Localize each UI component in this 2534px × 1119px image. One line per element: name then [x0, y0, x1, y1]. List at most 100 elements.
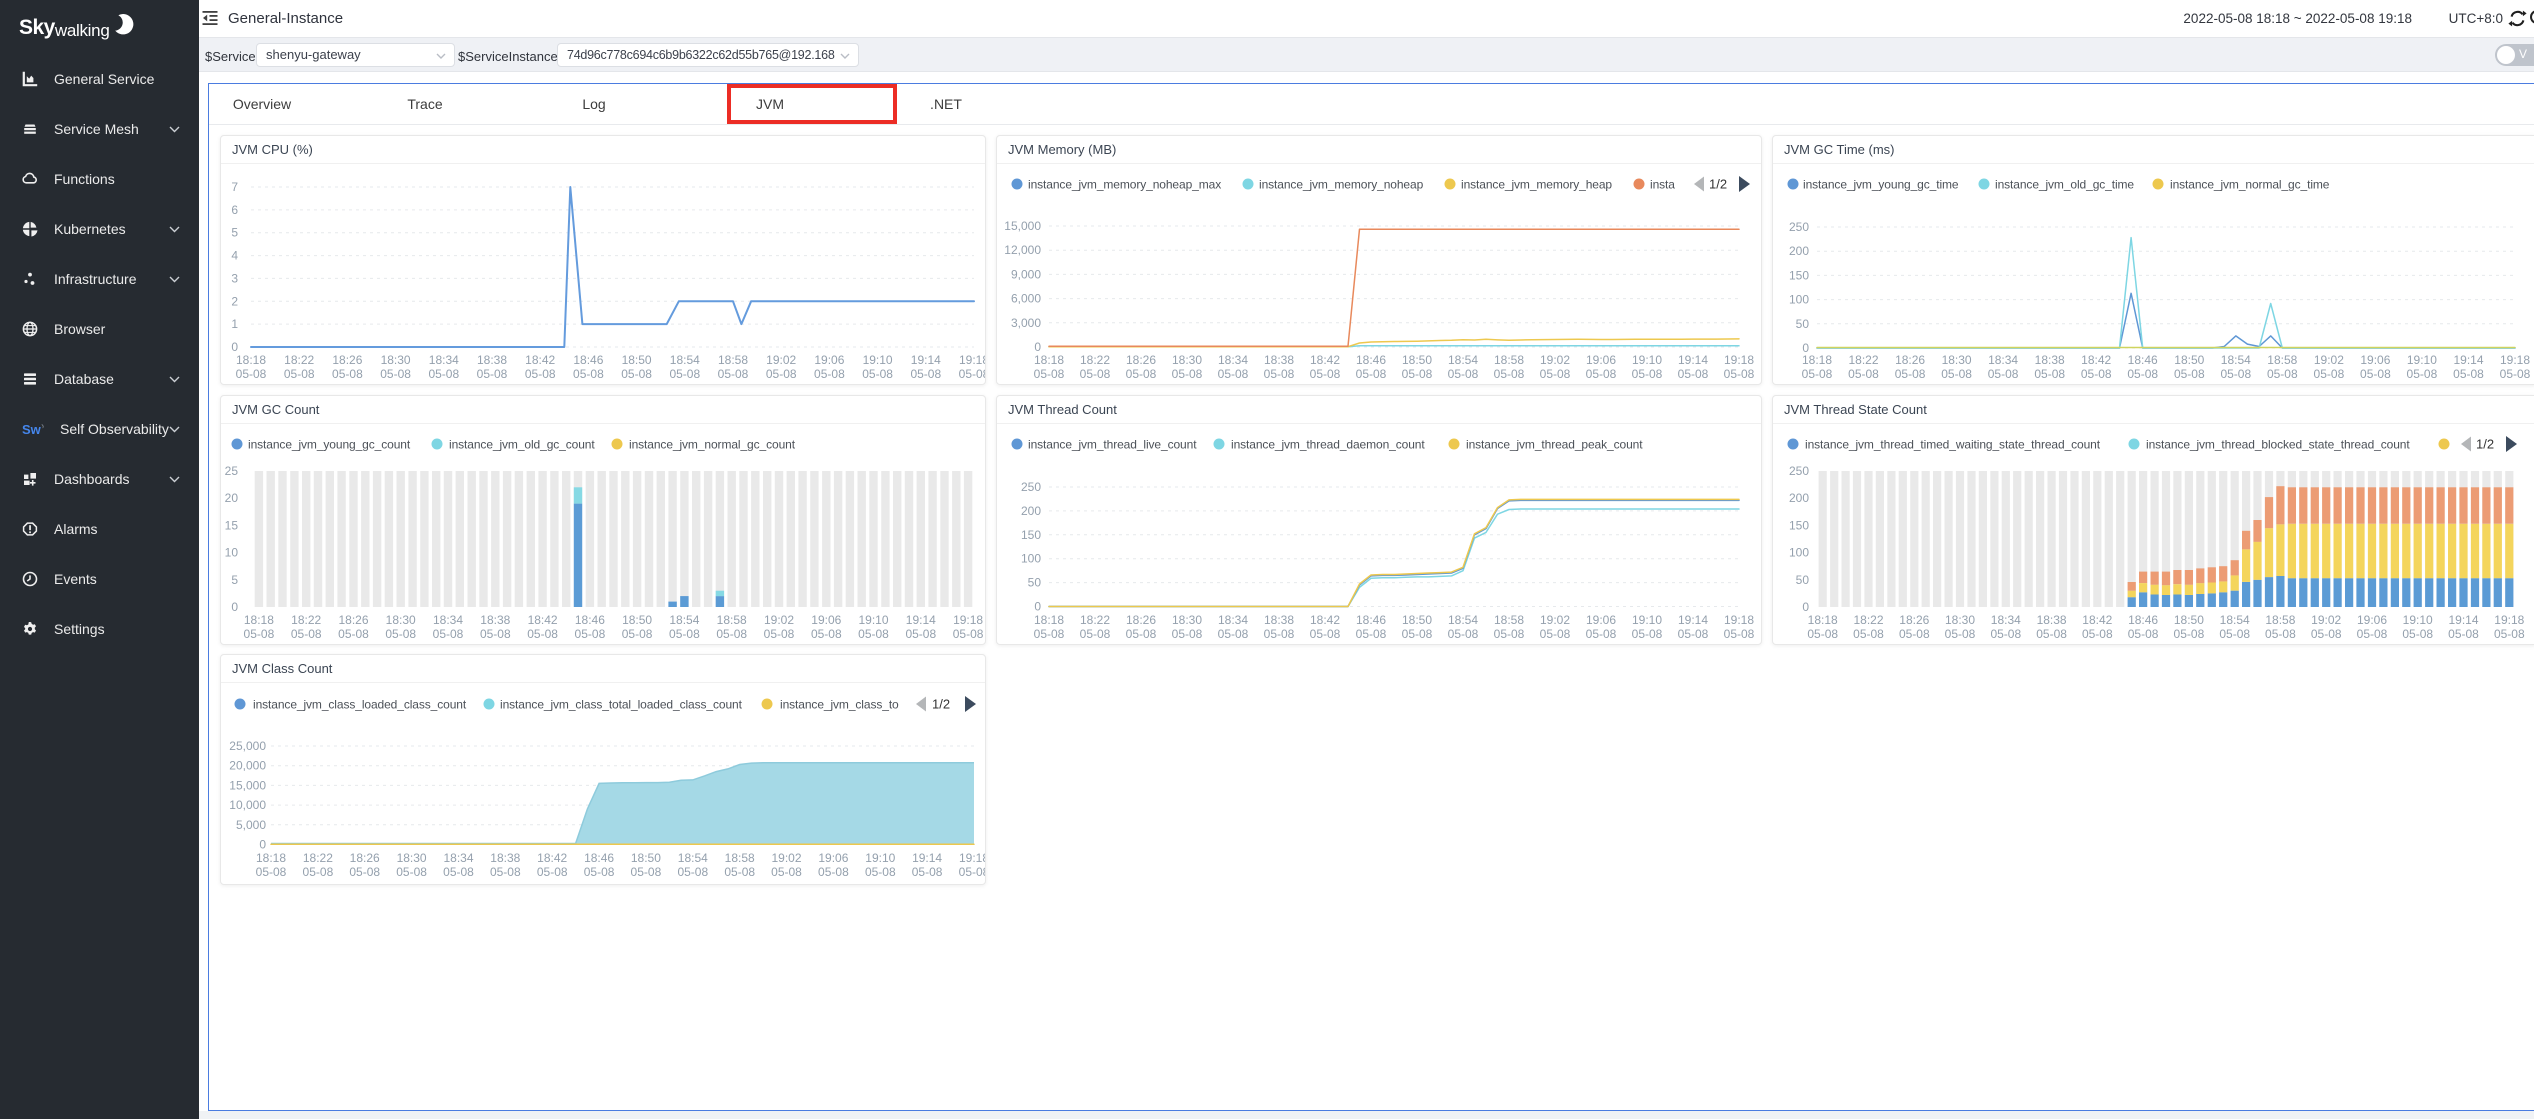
- svg-text:18:26: 18:26: [1126, 353, 1156, 367]
- svg-text:05-08: 05-08: [1632, 627, 1663, 641]
- svg-text:19:10: 19:10: [863, 353, 893, 367]
- svg-text:19:02: 19:02: [766, 353, 796, 367]
- svg-text:150: 150: [1789, 518, 1809, 532]
- svg-text:20,000: 20,000: [229, 759, 266, 773]
- svg-text:19:18: 19:18: [2494, 613, 2524, 627]
- svg-text:19:14: 19:14: [2453, 353, 2483, 367]
- svg-text:15: 15: [225, 518, 239, 532]
- svg-text:05-08: 05-08: [912, 865, 943, 879]
- svg-text:0: 0: [231, 340, 238, 354]
- svg-text:05-08: 05-08: [2082, 627, 2113, 641]
- svg-text:05-08: 05-08: [256, 865, 287, 879]
- svg-text:05-08: 05-08: [1402, 627, 1433, 641]
- svg-text:18:58: 18:58: [2267, 353, 2297, 367]
- svg-text:05-08: 05-08: [303, 865, 334, 879]
- svg-text:15,000: 15,000: [229, 778, 266, 792]
- svg-text:18:58: 18:58: [1494, 613, 1524, 627]
- svg-text:18:18: 18:18: [236, 353, 266, 367]
- svg-text:05-08: 05-08: [477, 367, 508, 381]
- svg-text:50: 50: [1796, 317, 1810, 331]
- svg-text:18:34: 18:34: [429, 353, 459, 367]
- svg-text:18:18: 18:18: [244, 613, 274, 627]
- svg-text:18:50: 18:50: [622, 613, 652, 627]
- svg-text:05-08: 05-08: [1402, 367, 1433, 381]
- svg-text:instance_jvm_thread_live_count: instance_jvm_thread_live_count: [1028, 438, 1197, 452]
- svg-text:05-08: 05-08: [858, 627, 889, 641]
- svg-text:05-08: 05-08: [1586, 627, 1617, 641]
- svg-text:19:10: 19:10: [1632, 353, 1662, 367]
- svg-text:6,000: 6,000: [1011, 292, 1041, 306]
- svg-text:05-08: 05-08: [1448, 627, 1479, 641]
- svg-text:instance_jvm_memory_noheap_max: instance_jvm_memory_noheap_max: [1028, 178, 1221, 192]
- svg-text:18:30: 18:30: [1942, 353, 1972, 367]
- svg-text:18:50: 18:50: [1402, 613, 1432, 627]
- svg-text:05-08: 05-08: [1356, 627, 1387, 641]
- svg-text:05-08: 05-08: [1218, 627, 1249, 641]
- svg-text:18:54: 18:54: [678, 851, 708, 865]
- svg-text:05-08: 05-08: [621, 367, 652, 381]
- svg-text:05-08: 05-08: [2219, 627, 2250, 641]
- svg-text:05-08: 05-08: [1172, 627, 1203, 641]
- svg-text:19:10: 19:10: [1632, 613, 1662, 627]
- svg-text:18:46: 18:46: [2128, 353, 2158, 367]
- svg-text:05-08: 05-08: [1724, 627, 1755, 641]
- svg-text:05-08: 05-08: [1310, 627, 1341, 641]
- svg-text:05-08: 05-08: [959, 367, 986, 381]
- svg-text:18:26: 18:26: [338, 613, 368, 627]
- svg-text:05-08: 05-08: [433, 627, 464, 641]
- svg-text:19:06: 19:06: [818, 851, 848, 865]
- svg-text:18:46: 18:46: [573, 353, 603, 367]
- svg-text:05-08: 05-08: [284, 367, 315, 381]
- svg-text:05-08: 05-08: [2360, 367, 2391, 381]
- svg-text:05-08: 05-08: [1802, 367, 1833, 381]
- svg-text:05-08: 05-08: [236, 367, 267, 381]
- svg-text:0: 0: [259, 838, 266, 852]
- svg-text:05-08: 05-08: [575, 627, 606, 641]
- svg-text:05-08: 05-08: [1034, 627, 1065, 641]
- svg-text:05-08: 05-08: [1678, 627, 1709, 641]
- svg-text:19:14: 19:14: [1678, 353, 1708, 367]
- svg-text:250: 250: [1789, 464, 1809, 478]
- svg-text:18:34: 18:34: [433, 613, 463, 627]
- svg-text:05-08: 05-08: [959, 865, 986, 879]
- svg-text:25,000: 25,000: [229, 739, 266, 753]
- svg-text:05-08: 05-08: [1494, 367, 1525, 381]
- svg-text:19:10: 19:10: [2407, 353, 2437, 367]
- svg-text:9,000: 9,000: [1011, 267, 1041, 281]
- svg-text:05-08: 05-08: [1848, 367, 1879, 381]
- svg-text:instance_jvm_memory_noheap: instance_jvm_memory_noheap: [1259, 178, 1424, 192]
- svg-text:50: 50: [1028, 576, 1042, 590]
- svg-text:05-08: 05-08: [525, 367, 556, 381]
- svg-text:05-08: 05-08: [1586, 367, 1617, 381]
- svg-text:05-08: 05-08: [631, 865, 662, 879]
- svg-text:05-08: 05-08: [1895, 367, 1926, 381]
- svg-text:18:42: 18:42: [2081, 353, 2111, 367]
- svg-text:05-08: 05-08: [1988, 367, 2019, 381]
- svg-text:19:10: 19:10: [858, 613, 888, 627]
- svg-text:05-08: 05-08: [2314, 367, 2345, 381]
- svg-text:18:46: 18:46: [1356, 613, 1386, 627]
- svg-text:instance_jvm_class_to: instance_jvm_class_to: [780, 698, 899, 712]
- svg-text:05-08: 05-08: [480, 627, 511, 641]
- svg-text:05-08: 05-08: [2494, 627, 2525, 641]
- svg-text:100: 100: [1789, 293, 1809, 307]
- svg-text:05-08: 05-08: [1853, 627, 1884, 641]
- svg-text:05-08: 05-08: [1080, 627, 1111, 641]
- svg-text:19:18: 19:18: [953, 613, 983, 627]
- svg-text:18:34: 18:34: [443, 851, 473, 865]
- svg-text:18:38: 18:38: [2037, 613, 2067, 627]
- svg-text:instance_jvm_thread_timed_wait: instance_jvm_thread_timed_waiting_state_…: [1805, 438, 2101, 452]
- svg-text:18:18: 18:18: [1034, 613, 1064, 627]
- svg-text:20: 20: [225, 491, 239, 505]
- svg-text:instance_jvm_class_total_loade: instance_jvm_class_total_loaded_class_co…: [500, 698, 743, 712]
- svg-text:19:06: 19:06: [814, 353, 844, 367]
- svg-text:05-08: 05-08: [349, 865, 380, 879]
- svg-text:19:02: 19:02: [2314, 353, 2344, 367]
- svg-text:19:14: 19:14: [912, 851, 942, 865]
- svg-text:18:58: 18:58: [2265, 613, 2295, 627]
- svg-text:19:06: 19:06: [1586, 613, 1616, 627]
- svg-text:18:22: 18:22: [1080, 353, 1110, 367]
- svg-text:4: 4: [231, 249, 238, 263]
- svg-text:19:14: 19:14: [906, 613, 936, 627]
- svg-text:05-08: 05-08: [766, 367, 797, 381]
